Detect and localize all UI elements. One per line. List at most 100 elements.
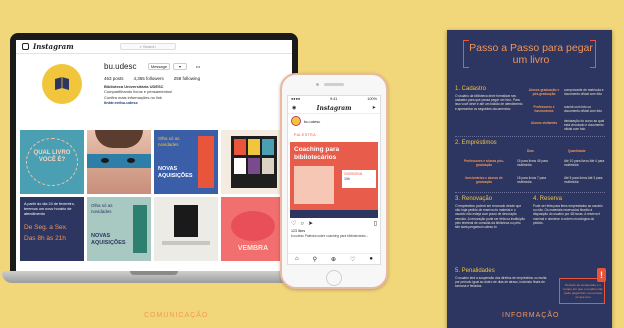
post-tile[interactable]: A partir do dia 24 de fevereiro, teremos…	[20, 197, 84, 261]
bottom-nav: ⌂ ⚲ ⊕ ♡ ●	[288, 253, 380, 264]
activity-icon[interactable]: ♡	[350, 256, 355, 263]
suspension-note-text: Período de suspensão é o tempo em que o …	[563, 283, 603, 299]
following-count[interactable]: 258 following	[174, 76, 200, 81]
phone-camera	[316, 83, 319, 86]
bookmark-icon[interactable]: ▯	[374, 220, 377, 227]
section-cadastro-title: 1. Cadastro	[455, 86, 487, 92]
emprestimos-row2-quantidade: Até 5 para livros Até 3 para multimídia	[564, 176, 603, 185]
camera-icon[interactable]: ◉	[292, 105, 296, 111]
tile-headline: QUAL LIVRO VOCÊ É?	[33, 150, 71, 163]
phone-mockup: ●●●● 9:41 100% ◉ Instagram ➤ bu.udesc PA…	[280, 73, 388, 289]
profile-bio: Biblioteca Universitária UDESC Compartil…	[104, 84, 224, 106]
emprestimos-col-dias: Dias	[527, 149, 534, 153]
avatar[interactable]	[291, 116, 301, 126]
laptop-screen: Instagram ⌕ Search bu.udesc Message ▾ ••…	[10, 33, 298, 271]
tile-book-3	[262, 139, 274, 155]
cadastro-text-visitantes: declaração do curso ao qual está vincula…	[564, 119, 605, 132]
post-caption: bu.udesc Palestra sobre coaching para bi…	[291, 234, 369, 238]
emprestimos-col-quantidade: Quantidade	[568, 149, 586, 153]
instagram-logo[interactable]: Instagram	[33, 42, 74, 51]
post-tile[interactable]	[154, 197, 218, 261]
post-image[interactable]: PALESTRA Coaching para bibliotecários 24…	[290, 128, 378, 218]
home-button[interactable]	[326, 270, 342, 286]
cadastro-text-professores: crachá com foto ou documento oficial com…	[564, 105, 602, 114]
home-icon[interactable]: ⌂	[295, 256, 299, 262]
tile-photo-eye	[101, 158, 109, 163]
add-post-icon[interactable]: ⊕	[331, 256, 336, 263]
section-reserva-title: 4. Reserva	[533, 196, 563, 202]
search-input[interactable]: ⌕ Search	[119, 43, 176, 50]
tile-small-text: Olha só as novidades	[158, 136, 180, 147]
divider	[455, 192, 605, 193]
post-tile[interactable]	[221, 130, 285, 194]
emprestimos-row1-dias: 15 para livros 45 para multimídia	[517, 159, 548, 168]
section-renovacao-text: O empréstimo poderá ser renovado desde q…	[455, 204, 525, 230]
avatar[interactable]	[42, 64, 82, 104]
emprestimos-row1-quantidade: Até 10 para livros Até 4 para multimídia	[564, 159, 605, 168]
phone-screen: ●●●● 9:41 100% ◉ Instagram ➤ bu.udesc PA…	[287, 95, 381, 265]
instagram-topbar: Instagram ⌕ Search	[16, 40, 292, 54]
instagram-profile-page: Instagram ⌕ Search bu.udesc Message ▾ ••…	[16, 40, 292, 271]
divider	[455, 136, 605, 137]
post-author[interactable]: bu.udesc	[288, 114, 380, 128]
section-penalidades-text: O usuário terá a suspensão dos direitos …	[455, 276, 547, 289]
alert-icon: !	[597, 268, 606, 282]
section-penalidades-title: 5. Penalidades	[455, 268, 495, 274]
tile-shadow	[162, 241, 210, 245]
post-tile[interactable]: Olha só as novidades NOVAS AQUISIÇÕES	[87, 197, 151, 261]
laptop-notch	[130, 271, 178, 275]
tile-book-5	[248, 158, 260, 174]
emprestimos-row2-label: funcionários e alunos de graduação	[465, 176, 503, 185]
instagram-camera-icon[interactable]	[22, 43, 29, 50]
tile-book-cover	[198, 136, 214, 188]
post-tile[interactable]	[87, 130, 151, 194]
caption-informacao: INFORMAÇÃO	[502, 312, 560, 319]
battery-level: 100%	[367, 97, 377, 101]
tile-photo-mask	[87, 154, 151, 168]
post-photo	[294, 166, 334, 204]
tile-headline: VEMBRA	[237, 245, 269, 252]
post-tile[interactable]: QUAL LIVRO VOCÊ É?	[20, 130, 84, 194]
bio-link[interactable]: linktr.ee/bu.udesc	[104, 100, 224, 105]
post-hour: 19h	[344, 177, 350, 181]
profile-icon[interactable]: ●	[369, 256, 373, 262]
tile-book-1	[234, 139, 246, 155]
tile-days: De Seg. a Sex.	[24, 224, 68, 231]
like-icon[interactable]: ♡	[291, 220, 296, 227]
post-username[interactable]: bu.udesc	[304, 119, 320, 124]
post-kicker: PALESTRA	[294, 133, 317, 137]
section-reserva-text: Pode ser feita para itens emprestados ao…	[533, 204, 603, 225]
post-actions: ♡ ○ ➤ ▯	[288, 218, 380, 229]
section-renovacao-title: 3. Renovação	[455, 196, 493, 202]
followers-count[interactable]: 4,365 followers	[134, 76, 164, 81]
profile-username: bu.udesc	[104, 62, 137, 71]
search-icon[interactable]: ⚲	[313, 256, 317, 263]
instagram-logo: Instagram	[316, 104, 352, 112]
tile-headline: NOVAS AQUISIÇÕES	[91, 233, 126, 246]
follow-dropdown-icon[interactable]: ▾	[173, 63, 187, 70]
tile-book-6	[262, 158, 274, 174]
tile-small-text: Olha só as novidades	[91, 203, 113, 214]
post-grid: QUAL LIVRO VOCÊ É? Olha só as novidades …	[20, 130, 288, 261]
tile-hours: Das 8h às 21h	[24, 235, 66, 242]
cadastro-label-professores: Professores e funcionários	[533, 105, 555, 114]
share-icon[interactable]: ➤	[308, 220, 313, 227]
post-footer	[290, 210, 378, 218]
direct-message-icon[interactable]: ➤	[372, 105, 376, 111]
post-date-box: 24/09/2018 19h	[342, 170, 376, 188]
message-button[interactable]: Message	[148, 63, 170, 70]
section-emprestimos-title: 2. Empréstimos	[455, 140, 497, 146]
post-title: Coaching para bibliotecários	[294, 146, 340, 161]
emprestimos-row1-label: Professores e alunos pós-graduação	[464, 159, 504, 168]
phone-speaker	[324, 83, 344, 86]
post-tile[interactable]: VEMBRA	[221, 197, 285, 261]
tile-book-2	[248, 139, 260, 155]
post-tile[interactable]: Olha só as novidades NOVAS AQUISIÇÕES	[154, 130, 218, 194]
tile-decoration	[231, 211, 275, 241]
cadastro-label-alunos: Alunos graduação e pós-graduação	[528, 88, 560, 97]
comment-icon[interactable]: ○	[300, 221, 304, 227]
more-options-icon[interactable]: •••	[192, 63, 204, 70]
tile-photo-eye	[127, 158, 135, 163]
cadastro-label-visitantes: Alunos visitantes	[530, 121, 558, 125]
tile-headline: NOVAS AQUISIÇÕES	[158, 166, 193, 179]
